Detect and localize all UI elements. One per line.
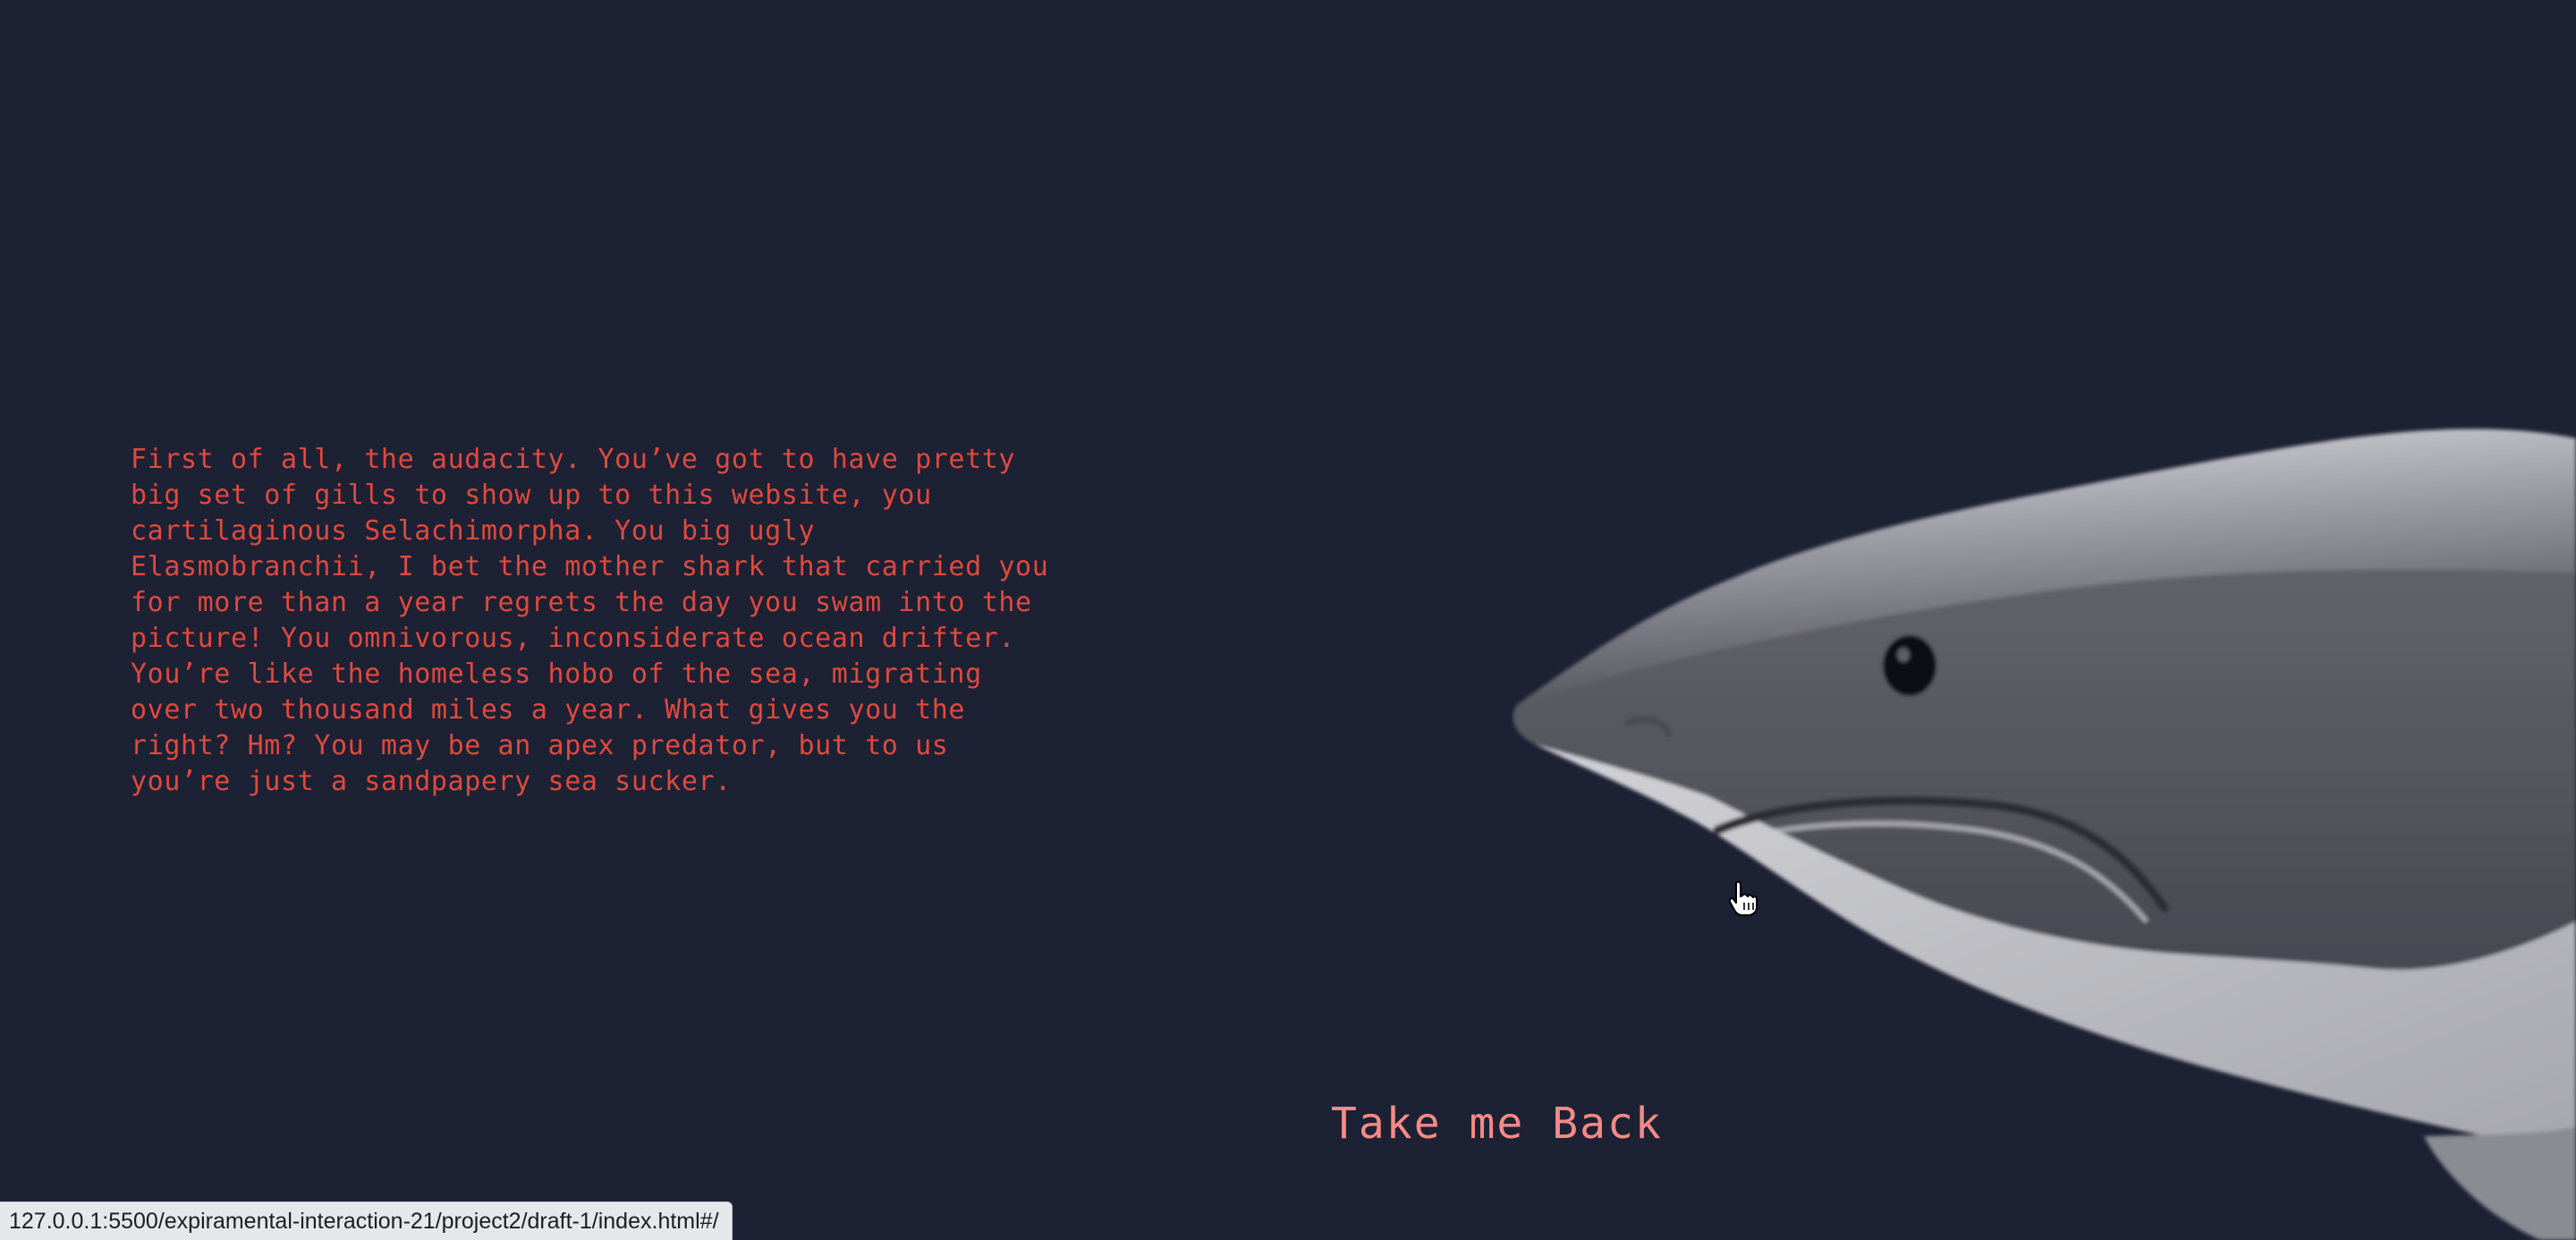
page: First of all, the audacity. You’ve got t…: [0, 0, 2576, 1240]
insult-paragraph: First of all, the audacity. You’ve got t…: [131, 444, 1049, 797]
browser-status-bar: 127.0.0.1:5500/expiramental-interaction-…: [0, 1202, 733, 1240]
shark-image: [1513, 429, 2576, 1240]
status-url: 127.0.0.1:5500/expiramental-interaction-…: [9, 1209, 719, 1234]
pointer-hand-icon: [1728, 880, 1758, 916]
take-me-back-link[interactable]: Take me Back: [1331, 1099, 1663, 1149]
